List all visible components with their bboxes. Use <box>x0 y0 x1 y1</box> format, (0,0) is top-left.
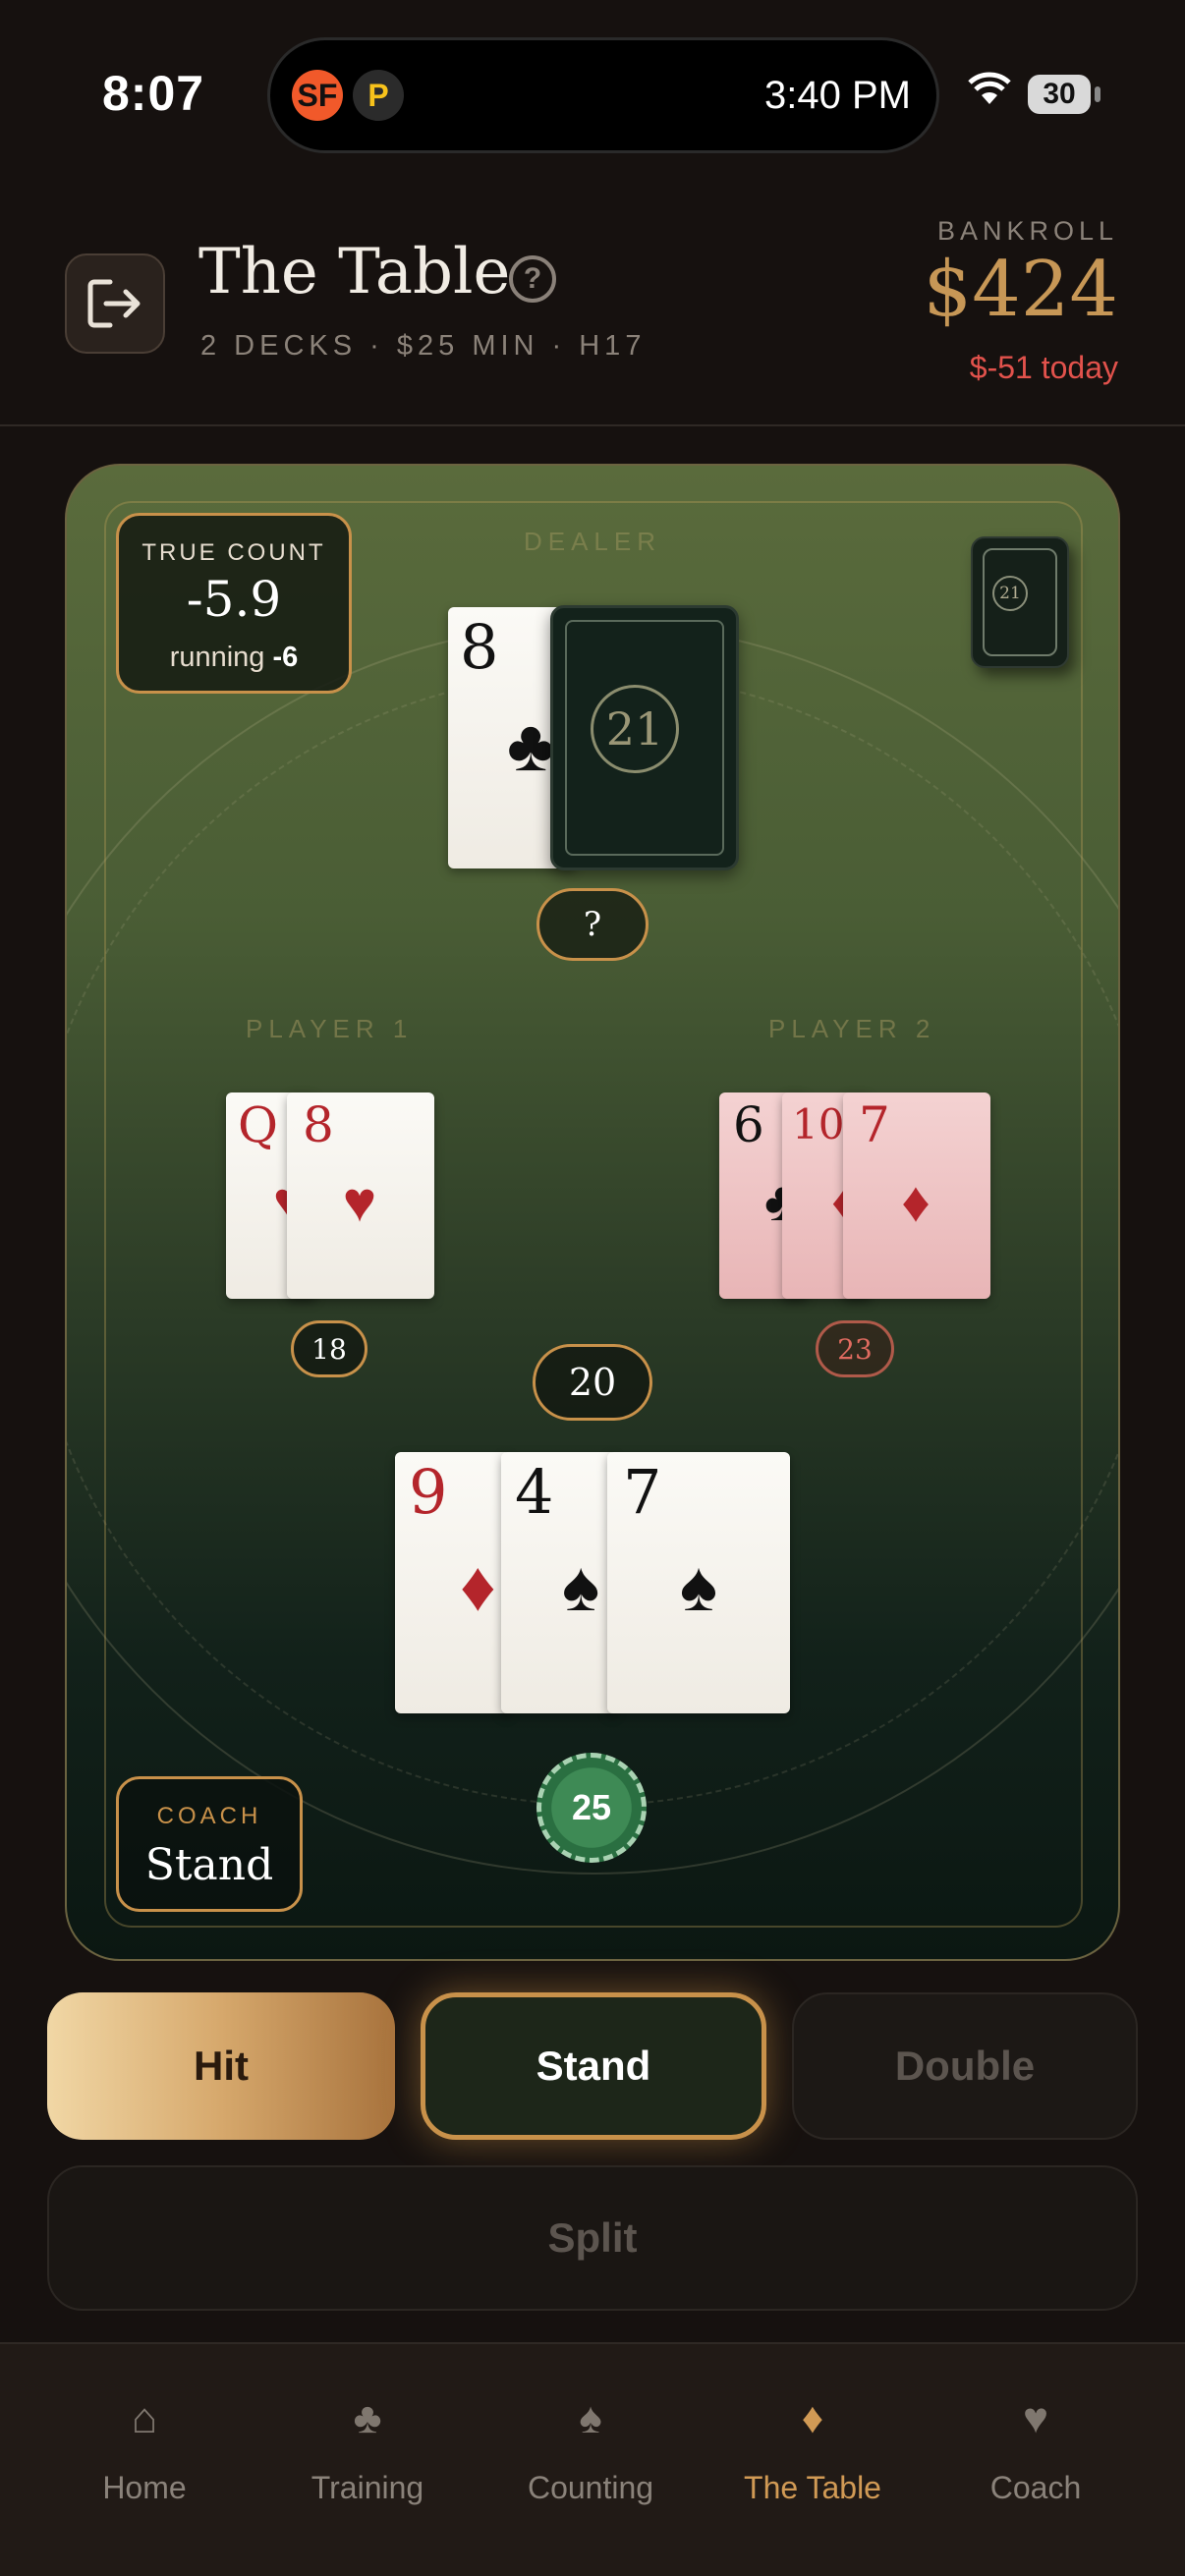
bankroll-label: BANKROLL <box>936 216 1118 246</box>
card-suit: ♦ <box>901 1170 931 1234</box>
club-icon: ♣ <box>353 2394 382 2442</box>
card-rank: Q <box>238 1096 278 1153</box>
dealer-hole-card: 21 <box>550 605 739 870</box>
card-back-logo: 21 <box>591 685 679 773</box>
daily-change: $-51 today <box>969 350 1118 385</box>
header-divider <box>0 424 1185 426</box>
card-suit: ♣ <box>507 704 555 786</box>
tab-counting[interactable]: ♠ Counting <box>492 2387 689 2506</box>
your-card-3: 7 ♠ <box>607 1452 790 1713</box>
heart-icon: ♥ <box>1022 2394 1049 2442</box>
coach-advice: Stand <box>144 1840 274 1890</box>
player2-card-3: 7 ♦ <box>843 1092 990 1299</box>
card-rank: 7 <box>623 1456 662 1528</box>
running-count: running -6 <box>119 642 349 674</box>
double-button[interactable]: Double <box>792 1992 1138 2140</box>
dealer-label: DEALER <box>523 527 662 556</box>
card-suit: ♥ <box>342 1170 377 1234</box>
tab-label: The Table <box>744 2470 881 2505</box>
battery-cap <box>1095 86 1100 102</box>
card-rank: 6 <box>733 1096 764 1153</box>
tab-label: Training <box>310 2470 424 2505</box>
coach-panel: COACH Stand <box>116 1776 303 1912</box>
player2-total-bust: 23 <box>816 1320 894 1377</box>
card-rank: 9 <box>409 1456 448 1528</box>
tab-label: Home <box>102 2470 187 2505</box>
battery-icon: 30 <box>1028 75 1091 114</box>
live-activity-time: 3:40 PM <box>764 74 911 117</box>
bankroll-amount: $424 <box>923 246 1118 334</box>
tab-the-table[interactable]: ♦ The Table <box>714 2387 911 2506</box>
card-rank: 8 <box>303 1096 334 1153</box>
spade-icon: ♠ <box>579 2394 602 2442</box>
true-count-panel: TRUE COUNT -5.9 running -6 <box>116 513 352 694</box>
stand-button[interactable]: Stand <box>421 1992 766 2140</box>
card-suit: ♠ <box>679 1547 718 1626</box>
card-suit: ♦ <box>460 1547 496 1626</box>
status-time: 8:07 <box>102 66 205 121</box>
card-shoe: 21 <box>971 536 1069 668</box>
player2-label: PLAYER 2 <box>768 1014 936 1043</box>
your-card-2: 4 ♠ <box>501 1452 617 1713</box>
coach-label: COACH <box>156 1803 262 1829</box>
pirates-app-icon: P <box>353 70 404 121</box>
your-total: 20 <box>533 1344 652 1421</box>
tab-label: Coach <box>989 2470 1082 2505</box>
diamond-icon: ♦ <box>801 2394 824 2442</box>
player1-total: 18 <box>291 1320 367 1377</box>
true-count-label: TRUE COUNT <box>141 539 326 566</box>
dynamic-island: SF P 3:40 PM <box>267 37 939 153</box>
wifi-icon <box>968 72 1011 104</box>
page-title: The Table <box>198 236 511 308</box>
bet-chip: 25 <box>536 1753 647 1863</box>
dealer-total: ? <box>536 888 649 961</box>
hit-button[interactable]: Hit <box>47 1992 395 2140</box>
shoe-logo: 21 <box>992 576 1028 611</box>
running-label: running <box>169 642 265 673</box>
card-suit: ♠ <box>562 1547 600 1626</box>
table-rules: 2 DECKS · $25 MIN · H17 <box>200 330 647 362</box>
card-rank: 8 <box>460 611 499 683</box>
running-value: -6 <box>272 642 299 673</box>
split-button[interactable]: Split <box>47 2165 1138 2311</box>
card-rank: 4 <box>515 1456 554 1528</box>
true-count-value: -5.9 <box>186 571 282 628</box>
card-rank: 10 <box>792 1100 845 1148</box>
exit-button[interactable] <box>65 253 165 354</box>
player1-label: PLAYER 1 <box>246 1014 414 1043</box>
exit-icon <box>87 279 141 328</box>
help-icon[interactable]: ? <box>509 255 556 303</box>
giants-app-icon: SF <box>292 70 343 121</box>
home-icon: ⌂ <box>131 2394 158 2442</box>
player1-card-2: 8 ♥ <box>287 1092 434 1299</box>
tab-label: Counting <box>527 2470 654 2505</box>
your-card-1: 9 ♦ <box>395 1452 511 1713</box>
tab-coach[interactable]: ♥ Coach <box>937 2387 1134 2506</box>
tab-home[interactable]: ⌂ Home <box>46 2387 243 2506</box>
card-rank: 7 <box>859 1096 890 1153</box>
tab-training[interactable]: ♣ Training <box>269 2387 466 2506</box>
